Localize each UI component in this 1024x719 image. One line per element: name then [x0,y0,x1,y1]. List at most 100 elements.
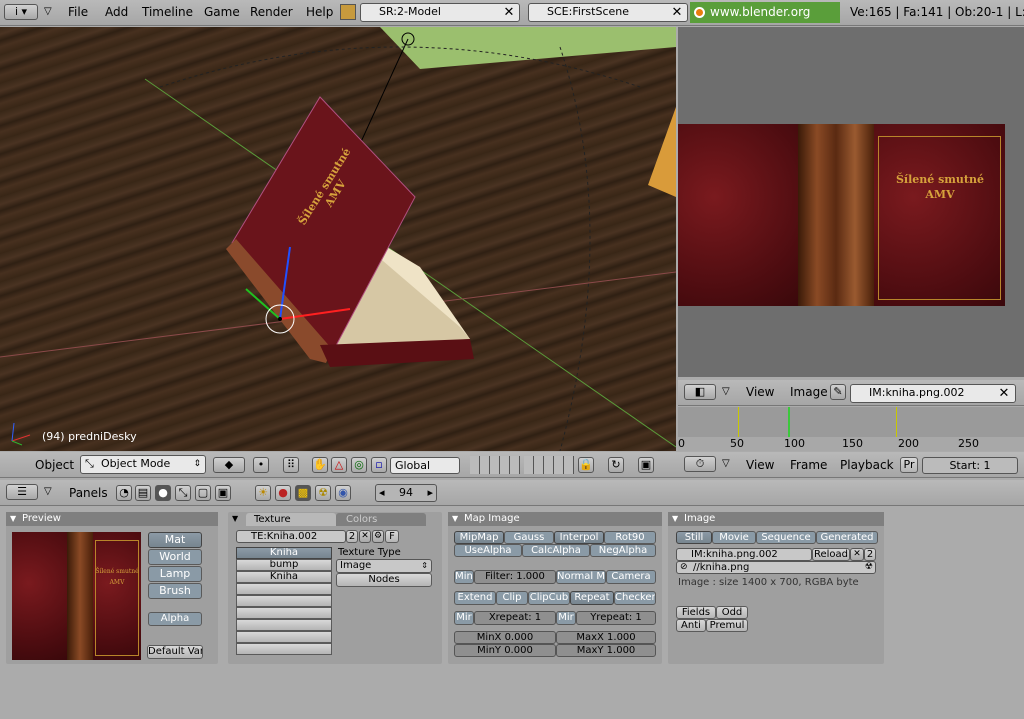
map-image-header[interactable]: ▼ Map Image [448,512,662,526]
scene-icon[interactable]: ▣ [215,485,231,501]
usealpha-toggle[interactable]: UseAlpha [454,544,522,557]
hand-icon[interactable]: ✋ [312,457,328,473]
timeline-collapse-icon[interactable]: ▽ [722,458,730,469]
source-sequence[interactable]: Sequence [756,531,816,544]
buttons-collapse-icon[interactable]: ▽ [44,486,52,497]
pin-icon[interactable]: ✎ [830,384,846,400]
scale-icon[interactable]: ▫ [371,457,387,473]
snap-icon[interactable]: ↻ [608,457,624,473]
mipmap-toggle[interactable]: MipMap [454,531,504,544]
tab-colors[interactable]: Colors [336,513,426,526]
yrepeat-field[interactable]: Yrepeat: 1 [576,611,656,625]
premul-toggle[interactable]: Premul [706,619,748,632]
image-name-field[interactable]: IM:kniha.png.002 [850,384,1016,403]
logic-icon[interactable]: ◔ [116,485,132,501]
tab-brush[interactable]: Brush [148,583,202,599]
camera-select[interactable]: Camera [606,570,656,584]
timeline-menu-frame[interactable]: Frame [790,458,827,472]
fields-toggle[interactable]: Fields [676,606,716,619]
lock-icon[interactable]: 🔒 [578,457,594,473]
filter-field[interactable]: Filter: 1.000 [474,570,556,584]
nodes-button[interactable]: Nodes [336,573,432,587]
screen-browse-icon[interactable] [340,4,356,20]
texture-slot[interactable] [236,631,332,643]
frame-number-field[interactable]: ◂ 94 ▸ [375,484,437,502]
image-editor[interactable]: Šílené smutné AMV [678,27,1024,377]
image-menu-view[interactable]: View [746,385,774,399]
texture-f-button[interactable]: F [385,530,399,543]
default-var-button[interactable]: Default Var [147,645,203,659]
object-menu[interactable]: Object [35,458,74,472]
minx-field[interactable]: MinX 0.000 [454,631,556,644]
texture-type-select[interactable]: Image ⇕ [336,559,432,573]
calcalpha-toggle[interactable]: CalcAlpha [522,544,590,557]
tab-mat[interactable]: Mat [148,532,202,548]
collapse-menu-icon[interactable]: ▽ [44,6,52,17]
image-unlink-icon[interactable]: ✕ [850,548,864,561]
start-frame-field[interactable]: Start: 1 [922,457,1018,474]
menu-help[interactable]: Help [306,5,333,19]
layer-grid-2[interactable] [524,456,574,474]
maxy-field[interactable]: MaxY 1.000 [556,644,656,657]
texture-slot[interactable]: bump [236,559,332,571]
texture-slot[interactable] [236,643,332,655]
pack-icon[interactable]: ☢ [865,562,873,573]
tab-world[interactable]: World [148,549,202,565]
mirror-y-toggle[interactable]: Mir [556,611,576,625]
info-editor-icon[interactable]: i ▾ [4,4,38,20]
screen-field[interactable]: SR:2-Model [360,3,520,22]
reload-button[interactable]: Reload [812,548,850,561]
timeline-menu-view[interactable]: View [746,458,774,472]
xrepeat-field[interactable]: Xrepeat: 1 [474,611,556,625]
screen-close-icon[interactable]: ✕ [501,5,517,21]
image-block-field[interactable]: IM:kniha.png.002 [676,548,812,561]
source-generated[interactable]: Generated [816,531,878,544]
file-browse-icon[interactable]: ⊘ [680,562,688,573]
negalpha-toggle[interactable]: NegAlpha [590,544,656,557]
mode-selector[interactable]: ⤡ Object Mode ⇕ [80,455,206,474]
interpol-toggle[interactable]: Interpol [554,531,604,544]
shading-icon[interactable]: ● [155,485,171,501]
texture-slot[interactable] [236,595,332,607]
scene-field[interactable]: SCE:FirstScene [528,3,688,22]
scene-close-icon[interactable]: ✕ [669,5,685,21]
radio-icon[interactable]: ☢ [315,485,331,501]
texture-name-field[interactable]: TE:Kniha.002 [236,530,346,543]
pivot-icon[interactable]: • [253,457,269,473]
texture-slot[interactable]: Kniha [236,547,332,559]
frame-dec-icon[interactable]: ◂ [379,485,385,501]
image-menu-image[interactable]: Image [790,385,828,399]
layer-icon[interactable]: ⠿ [283,457,299,473]
texture-slot[interactable] [236,619,332,631]
world-icon[interactable]: ◉ [335,485,351,501]
object-icon[interactable]: ⤡ [175,485,191,501]
checker-option[interactable]: Checker [614,591,656,605]
maxx-field[interactable]: MaxX 1.000 [556,631,656,644]
image-editor-type-icon[interactable]: ◧ [684,384,716,400]
menu-timeline[interactable]: Timeline [142,5,193,19]
preview-range-button[interactable]: Pr [900,457,918,473]
buttons-type-icon[interactable]: ☰ [6,484,38,500]
tab-lamp[interactable]: Lamp [148,566,202,582]
timeline-menu-playback[interactable]: Playback [840,458,894,472]
menu-add[interactable]: Add [105,5,128,19]
editing-icon[interactable]: ▢ [195,485,211,501]
frame-inc-icon[interactable]: ▸ [427,485,433,501]
texture-users[interactable]: 2 [346,530,358,543]
panels-menu[interactable]: Panels [69,486,108,500]
extend-option[interactable]: Extend [454,591,496,605]
mirror-x-toggle[interactable]: Mir [454,611,474,625]
image-close-icon[interactable]: ✕ [996,386,1012,402]
anti-toggle[interactable]: Anti [676,619,706,632]
translate-icon[interactable]: △ [331,457,347,473]
alpha-button[interactable]: Alpha [148,612,202,626]
texture-slot[interactable]: Kniha [236,571,332,583]
menu-file[interactable]: File [68,5,88,19]
texture-slot[interactable] [236,607,332,619]
texture-fake-icon[interactable]: ⚙ [372,530,384,543]
image-panel-header[interactable]: ▼ Image [668,512,884,526]
image-path-field[interactable]: ⊘ //kniha.png ☢ [676,561,876,574]
lamp-shading-icon[interactable]: ☀ [255,485,271,501]
tab-texture[interactable]: Texture [246,513,336,526]
script-icon[interactable]: ▤ [135,485,151,501]
